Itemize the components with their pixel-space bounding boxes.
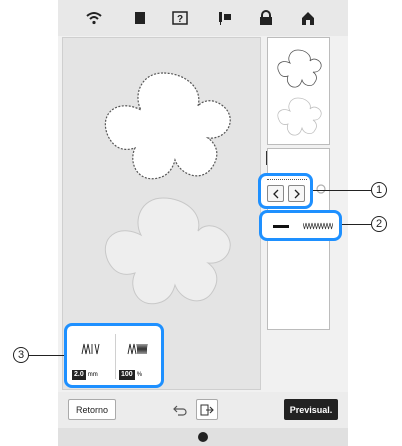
exit-icon bbox=[200, 404, 214, 415]
next-part-button[interactable] bbox=[288, 185, 305, 202]
stitch-length-unit: mm bbox=[87, 372, 98, 378]
stitch-length-readout: 2.0 mm bbox=[72, 370, 98, 380]
stitch-length-button[interactable]: 2.0 mm bbox=[71, 330, 113, 383]
preview-button[interactable]: Previsual. bbox=[284, 399, 338, 420]
stitch-density-readout: 100 % bbox=[119, 370, 142, 380]
back-button[interactable]: Retorno bbox=[68, 399, 116, 420]
callout-number-3: 3 bbox=[13, 347, 29, 363]
preview-flower-top bbox=[277, 49, 322, 88]
zigzag-stitch-icon bbox=[303, 222, 333, 230]
callout-number-2: 2 bbox=[371, 216, 387, 232]
line-type-button[interactable] bbox=[267, 217, 335, 235]
callout-line-1 bbox=[313, 190, 371, 191]
callout-number-1: 1 bbox=[371, 182, 387, 198]
flower-outline-faded[interactable] bbox=[104, 197, 231, 305]
svg-text:?: ? bbox=[177, 14, 183, 25]
previous-part-button[interactable] bbox=[267, 185, 284, 202]
exit-button[interactable] bbox=[196, 399, 218, 420]
panel-divider bbox=[115, 334, 116, 379]
page-icon[interactable] bbox=[130, 8, 150, 28]
lock-icon[interactable] bbox=[256, 8, 276, 28]
design-preview bbox=[267, 37, 330, 145]
stitch-density-button[interactable]: 100 % bbox=[118, 330, 160, 383]
home-bar bbox=[58, 428, 348, 446]
zigzag-density-icon bbox=[127, 343, 148, 355]
home-indicator-icon[interactable] bbox=[198, 432, 208, 442]
callout-box-3: 2.0 mm 100 % bbox=[64, 323, 164, 388]
stitch-density-value: 100 bbox=[119, 370, 135, 380]
straight-line-icon bbox=[273, 224, 289, 228]
chevron-left-icon bbox=[272, 189, 278, 198]
callout-line-3 bbox=[29, 355, 64, 356]
pattern-selector-icon[interactable] bbox=[315, 182, 328, 196]
stitch-length-value: 2.0 bbox=[72, 370, 86, 380]
callout-line-2 bbox=[342, 224, 371, 225]
wifi-icon[interactable] bbox=[84, 8, 104, 28]
help-icon[interactable]: ? bbox=[170, 8, 190, 28]
callout-box-2 bbox=[259, 210, 342, 241]
flower-outline-selected[interactable] bbox=[104, 72, 231, 180]
callout-box-1 bbox=[258, 173, 313, 209]
preview-flower-bottom bbox=[277, 97, 322, 136]
needle-icon[interactable] bbox=[215, 8, 235, 28]
stitch-density-unit: % bbox=[136, 372, 143, 378]
chevron-right-icon bbox=[294, 189, 300, 198]
zigzag-length-icon bbox=[81, 343, 100, 355]
top-toolbar: ? bbox=[58, 0, 348, 36]
dotted-line-indicator bbox=[267, 179, 307, 180]
undo-button[interactable] bbox=[170, 399, 190, 420]
home-icon[interactable] bbox=[298, 8, 318, 28]
undo-icon bbox=[173, 405, 187, 416]
